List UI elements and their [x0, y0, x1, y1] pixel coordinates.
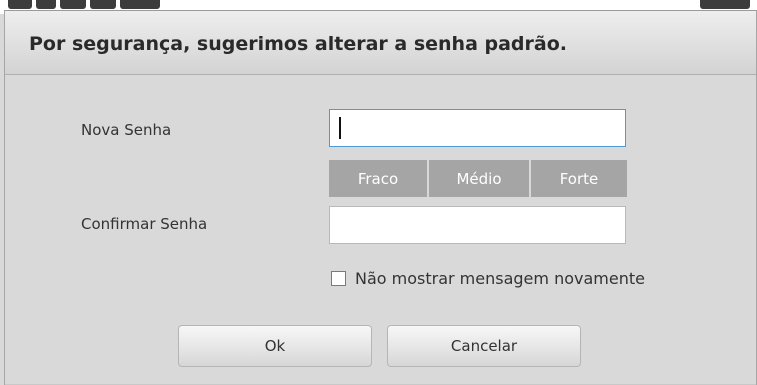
strength-medium: Médio	[427, 160, 529, 197]
dont-show-again-label[interactable]: Não mostrar mensagem novamente	[355, 269, 645, 288]
strength-strong: Forte	[529, 160, 627, 197]
change-password-dialog: Por segurança, sugerimos alterar a senha…	[4, 10, 757, 385]
background-fragment	[90, 0, 116, 9]
dont-show-again-checkbox[interactable]	[331, 271, 346, 286]
background-fragment	[700, 0, 750, 9]
background-fragment	[60, 0, 86, 9]
background-fragment	[36, 0, 56, 9]
ok-button[interactable]: Ok	[178, 325, 372, 367]
background-fragment	[120, 0, 160, 9]
dialog-title: Por segurança, sugerimos alterar a senha…	[29, 33, 567, 55]
dialog-titlebar: Por segurança, sugerimos alterar a senha…	[5, 11, 756, 75]
password-strength-meter: Fraco Médio Forte	[329, 160, 627, 197]
strength-weak: Fraco	[329, 160, 427, 197]
confirm-password-input[interactable]	[329, 206, 626, 244]
new-password-label: Nova Senha	[81, 121, 172, 139]
new-password-input[interactable]	[329, 109, 626, 147]
text-caret	[339, 117, 341, 139]
confirm-password-label: Confirmar Senha	[81, 215, 208, 233]
cancel-button[interactable]: Cancelar	[387, 325, 581, 367]
background-fragment	[8, 0, 32, 9]
